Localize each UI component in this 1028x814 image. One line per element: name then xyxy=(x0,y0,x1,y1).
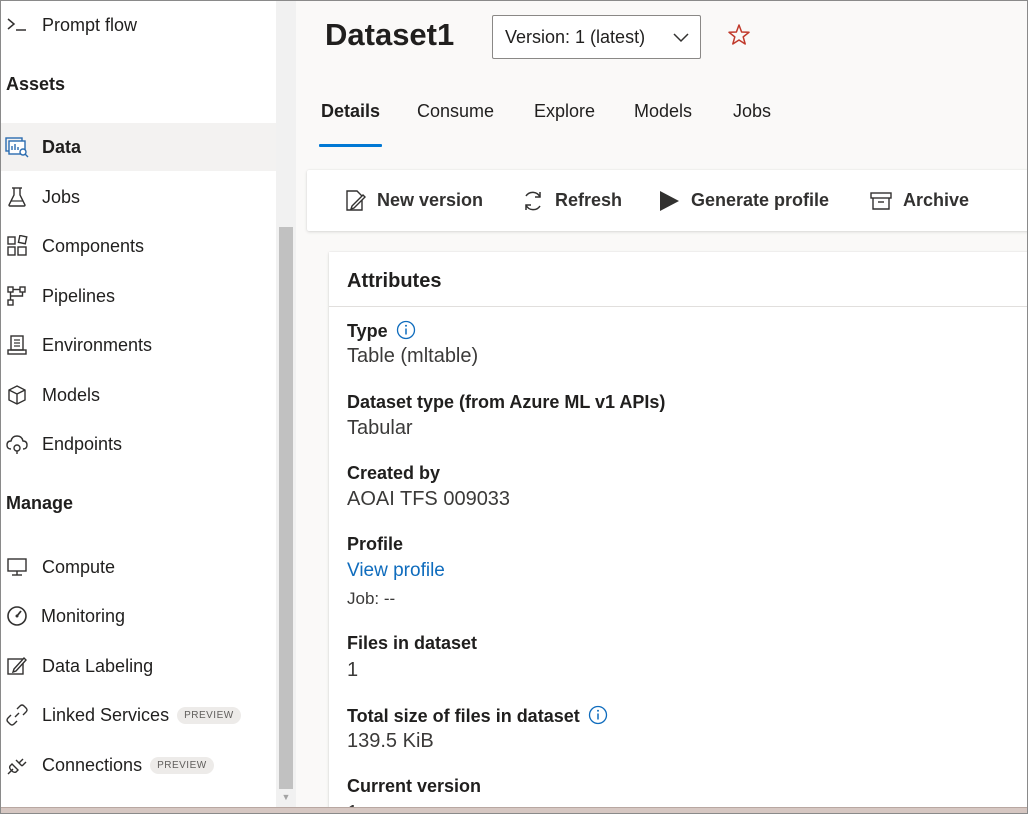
assets-section-header: Assets xyxy=(6,74,66,94)
scroll-down-arrow-icon[interactable]: ▼ xyxy=(281,793,291,802)
link-icon xyxy=(5,703,29,727)
sidebar-scrollbar[interactable]: ▼ xyxy=(276,1,296,807)
sidebar-item-label: Linked Services PREVIEW xyxy=(42,705,241,726)
sidebar-item-environments[interactable]: Environments xyxy=(1,322,276,368)
chevron-down-icon xyxy=(672,28,690,46)
environments-icon xyxy=(5,333,29,357)
monitor-icon xyxy=(5,555,29,579)
files-in-dataset-value: 1 xyxy=(347,659,359,681)
type-label-text: Type xyxy=(347,321,388,341)
tab-explore[interactable]: Explore xyxy=(534,101,595,147)
window-bottom-edge xyxy=(1,807,1027,813)
data-icon xyxy=(5,135,29,159)
manage-section-header: Manage xyxy=(6,493,74,513)
sidebar-item-label: Data Labeling xyxy=(42,655,154,676)
tab-jobs[interactable]: Jobs xyxy=(733,101,771,147)
scrollbar-thumb[interactable] xyxy=(279,227,293,789)
total-size-value: 139.5 KiB xyxy=(347,730,434,752)
created-by-label: Created by xyxy=(347,463,441,483)
type-label: Type xyxy=(347,320,416,342)
main-content: Dataset1 Version: 1 (latest) Details Con… xyxy=(297,1,1027,813)
sidebar-item-label: Components xyxy=(42,235,145,256)
tab-consume[interactable]: Consume xyxy=(417,101,494,147)
star-icon[interactable] xyxy=(727,23,751,47)
page-title: Dataset1 xyxy=(325,17,455,52)
sidebar-item-connections[interactable]: Connections PREVIEW xyxy=(1,742,276,788)
sidebar-item-label: Compute xyxy=(42,556,116,577)
sidebar-item-linked-services[interactable]: Linked Services PREVIEW xyxy=(1,692,276,738)
current-version-label: Current version xyxy=(347,776,482,796)
sidebar-item-components[interactable]: Components xyxy=(1,223,276,269)
total-size-label: Total size of files in dataset xyxy=(347,705,608,727)
type-value: Table (mltable) xyxy=(347,345,479,367)
flask-icon xyxy=(5,185,29,209)
archive-button[interactable]: Archive xyxy=(869,170,969,231)
sidebar-item-models[interactable]: Models xyxy=(1,372,276,418)
refresh-icon xyxy=(525,191,541,210)
generate-profile-label: Generate profile xyxy=(691,190,830,210)
sidebar-item-label: Monitoring xyxy=(41,605,126,626)
sidebar-item-label: Connections PREVIEW xyxy=(42,755,214,776)
sidebar-item-label: Endpoints xyxy=(42,433,123,454)
new-version-button[interactable]: New version xyxy=(343,170,483,231)
sidebar: Prompt flow Assets Data Jobs Components xyxy=(1,1,276,807)
info-icon[interactable] xyxy=(588,705,608,725)
sidebar-item-label: Pipelines xyxy=(42,285,116,306)
new-version-icon xyxy=(346,189,366,211)
archive-icon xyxy=(870,191,892,210)
sidebar-item-label: Environments xyxy=(42,334,153,355)
cloud-icon xyxy=(5,432,29,456)
generate-profile-button[interactable]: Generate profile xyxy=(657,170,829,231)
new-version-label: New version xyxy=(377,190,484,210)
plug-icon xyxy=(5,753,29,777)
sidebar-item-endpoints[interactable]: Endpoints xyxy=(1,421,276,467)
sidebar-item-label: Data xyxy=(42,136,82,157)
command-bar: New version Refresh Generate profile Arc… xyxy=(307,170,1027,231)
linked-services-label: Linked Services xyxy=(42,704,170,725)
sidebar-item-label: Jobs xyxy=(42,186,81,207)
cube-icon xyxy=(5,383,29,407)
files-in-dataset-label: Files in dataset xyxy=(347,633,478,653)
version-dropdown-value: Version: 1 (latest) xyxy=(505,26,646,47)
sidebar-item-prompt-flow[interactable]: Prompt flow xyxy=(1,2,276,48)
sidebar-item-label: Prompt flow xyxy=(42,14,138,35)
sidebar-item-data[interactable]: Data xyxy=(1,123,276,171)
profile-job-text: Job: -- xyxy=(347,589,396,608)
dataset-type-value: Tabular xyxy=(347,417,413,439)
sidebar-item-monitoring[interactable]: Monitoring xyxy=(1,593,276,639)
preview-badge: PREVIEW xyxy=(150,757,214,775)
prompt-flow-icon xyxy=(5,13,29,37)
gauge-icon xyxy=(5,604,29,628)
dataset-type-label: Dataset type (from Azure ML v1 APIs) xyxy=(347,392,666,412)
view-profile-link[interactable]: View profile xyxy=(347,560,445,582)
attributes-card-header: Attributes xyxy=(329,252,1027,307)
play-icon xyxy=(660,190,679,211)
pipelines-icon xyxy=(5,284,29,308)
version-dropdown[interactable]: Version: 1 (latest) xyxy=(492,15,701,59)
info-icon[interactable] xyxy=(396,320,416,340)
sidebar-item-compute[interactable]: Compute xyxy=(1,544,276,590)
sidebar-item-jobs[interactable]: Jobs xyxy=(1,174,276,220)
archive-label: Archive xyxy=(903,190,970,210)
sidebar-item-pipelines[interactable]: Pipelines xyxy=(1,273,276,319)
app-window: Prompt flow Assets Data Jobs Components xyxy=(0,0,1028,814)
edit-icon xyxy=(5,654,29,678)
sidebar-item-data-labeling[interactable]: Data Labeling xyxy=(1,643,276,689)
sidebar-item-label: Models xyxy=(42,384,101,405)
components-icon xyxy=(5,234,29,258)
attributes-title: Attributes xyxy=(347,270,442,292)
connections-label: Connections xyxy=(42,754,143,775)
tab-models[interactable]: Models xyxy=(634,101,692,147)
created-by-value: AOAI TFS 009033 xyxy=(347,488,511,510)
profile-label: Profile xyxy=(347,534,404,554)
total-size-label-text: Total size of files in dataset xyxy=(347,706,580,726)
preview-badge: PREVIEW xyxy=(177,707,241,725)
tab-details[interactable]: Details xyxy=(318,101,383,147)
refresh-button[interactable]: Refresh xyxy=(521,170,622,231)
attributes-card: Attributes Type Table (mltable) Dataset … xyxy=(329,252,1027,813)
refresh-label: Refresh xyxy=(555,190,623,210)
